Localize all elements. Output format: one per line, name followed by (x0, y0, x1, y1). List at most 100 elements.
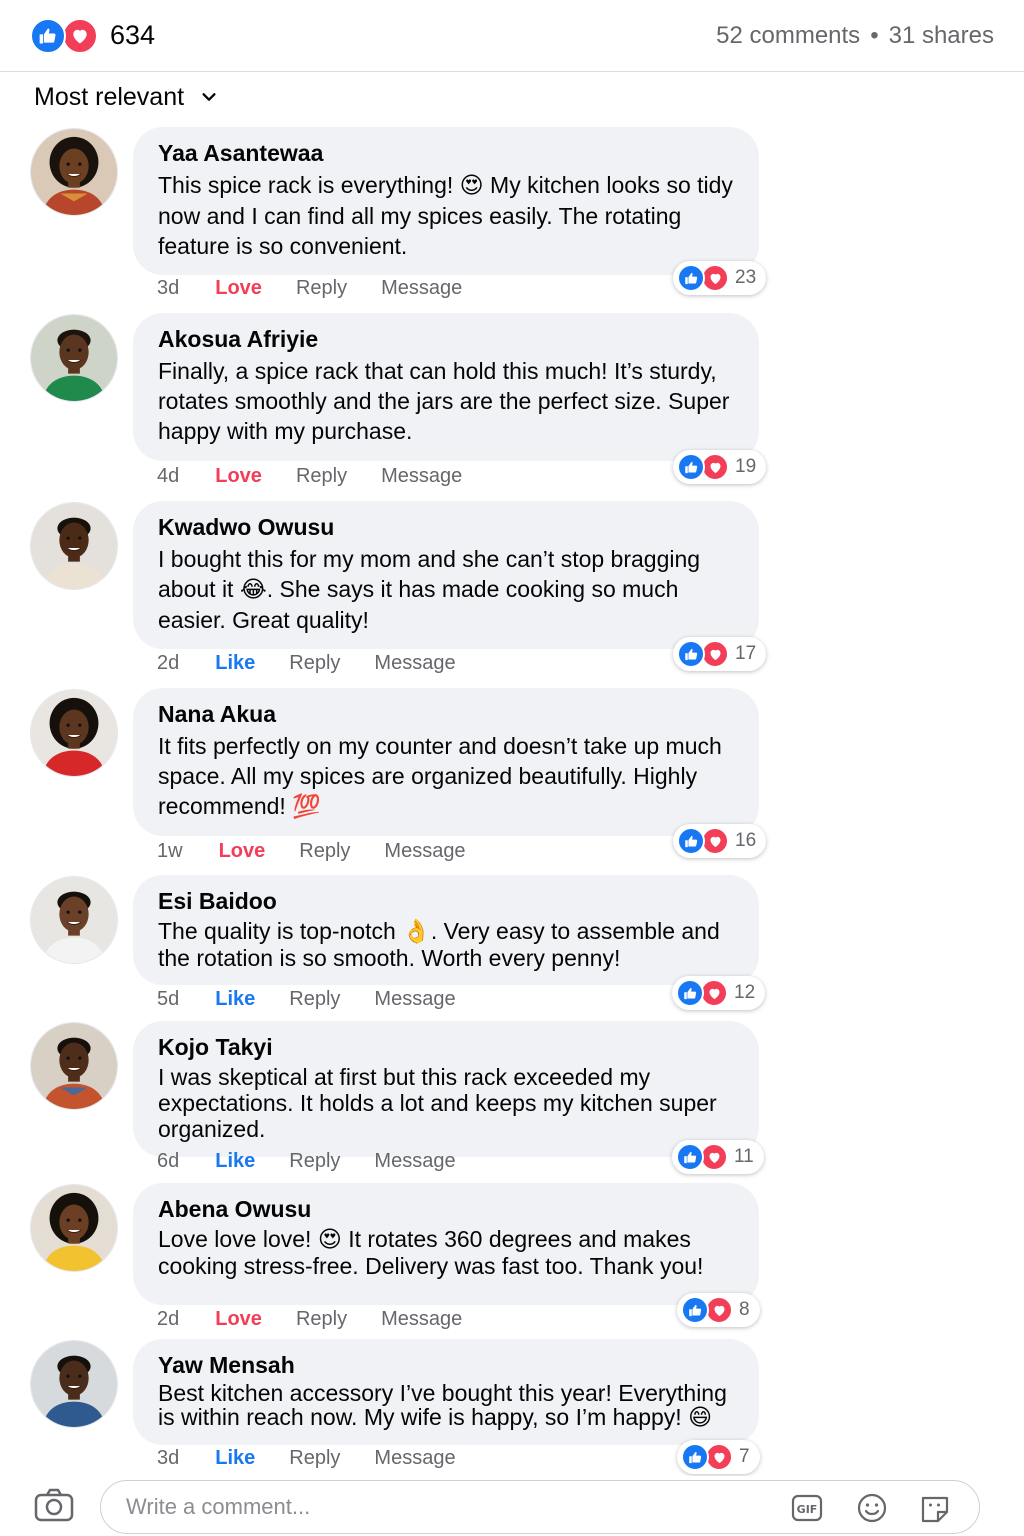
comment-author[interactable]: Akosua Afriyie (158, 325, 735, 353)
comment-author[interactable]: Kwadwo Owusu (158, 513, 735, 541)
avatar[interactable] (30, 876, 118, 964)
comment-emoji: 😄 (688, 1404, 713, 1431)
comment-text-part: This spice rack is everything! (158, 172, 460, 198)
comment-author[interactable]: Yaa Asantewaa (158, 139, 735, 167)
react-button[interactable]: Love (215, 465, 262, 488)
react-button[interactable]: Like (215, 1447, 255, 1470)
sticker-icon[interactable] (919, 1493, 951, 1523)
avatar[interactable] (30, 1022, 118, 1110)
reaction-summary[interactable]: 634 (30, 17, 155, 54)
reply-button[interactable]: Reply (299, 840, 350, 863)
like-icon (681, 1296, 709, 1324)
message-button[interactable]: Message (381, 1308, 462, 1331)
avatar[interactable] (30, 689, 118, 777)
comment-author[interactable]: Yaw Mensah (158, 1351, 735, 1379)
comment-bubble: Yaw Mensah Best kitchen accessory I’ve b… (133, 1339, 759, 1445)
comment-text: Finally, a spice rack that can hold this… (158, 356, 735, 447)
love-icon (700, 979, 728, 1007)
message-button[interactable]: Message (374, 652, 455, 675)
comment-reaction-count: 12 (734, 982, 756, 1003)
reply-button[interactable]: Reply (289, 988, 340, 1011)
emoji-icon[interactable] (856, 1493, 888, 1523)
comment-timestamp[interactable]: 5d (157, 988, 179, 1011)
separator: • (870, 21, 879, 49)
react-button[interactable]: Like (215, 988, 255, 1011)
reply-button[interactable]: Reply (296, 277, 347, 300)
comment-input-wrapper[interactable]: GIF (100, 1480, 980, 1534)
post-stats: 52 comments • 31 shares (716, 22, 994, 50)
comment-reaction-badge[interactable]: 17 (673, 637, 767, 671)
comment-text-part: Love love love! (158, 1226, 318, 1252)
comment-timestamp[interactable]: 4d (157, 465, 179, 488)
comment-actions: 2d Love Reply Message (157, 1308, 496, 1331)
comment-timestamp[interactable]: 3d (157, 1447, 179, 1470)
avatar[interactable] (30, 1184, 118, 1272)
comment-emoji: 👌 (402, 919, 431, 945)
comment-text-part: I was skeptical at first but this rack e… (158, 1064, 717, 1142)
comment-reaction-badge[interactable]: 23 (673, 261, 767, 295)
reaction-count[interactable]: 634 (110, 20, 155, 51)
comment-text: Love love love! 😍 It rotates 360 degrees… (158, 1226, 735, 1279)
comment-actions: 1w Love Reply Message (157, 840, 500, 863)
comment-input[interactable] (126, 1494, 726, 1520)
comment-reaction-badge[interactable]: 11 (672, 1140, 764, 1174)
comment-text: The quality is top-notch 👌. Very easy to… (158, 918, 735, 971)
comment-author[interactable]: Esi Baidoo (158, 887, 735, 915)
comments-count[interactable]: 52 comments (716, 22, 860, 50)
message-button[interactable]: Message (384, 840, 465, 863)
react-button[interactable]: Like (215, 652, 255, 675)
comment-reaction-badge[interactable]: 19 (673, 450, 767, 484)
comment-author[interactable]: Nana Akua (158, 700, 735, 728)
camera-icon[interactable] (34, 1488, 74, 1522)
react-button[interactable]: Love (215, 1308, 262, 1331)
reply-button[interactable]: Reply (296, 465, 347, 488)
sort-dropdown[interactable]: Most relevant (34, 80, 218, 114)
comment-text-part: Best kitchen accessory I’ve bought this … (158, 1380, 727, 1430)
like-icon (30, 17, 66, 54)
comment-bubble: Abena Owusu Love love love! 😍 It rotates… (133, 1183, 759, 1305)
react-button[interactable]: Like (215, 1150, 255, 1173)
avatar[interactable] (30, 314, 118, 402)
comment-timestamp[interactable]: 2d (157, 1308, 179, 1331)
comment-composer: GIF (0, 1476, 1024, 1536)
avatar[interactable] (30, 502, 118, 590)
avatar[interactable] (30, 1340, 118, 1428)
comment-reaction-badge[interactable]: 16 (673, 824, 767, 858)
comment-author[interactable]: Kojo Takyi (158, 1033, 735, 1061)
comment-reaction-badge[interactable]: 12 (672, 976, 766, 1010)
comment-bubble: Nana Akua It fits perfectly on my counte… (133, 688, 759, 836)
react-button[interactable]: Love (219, 840, 266, 863)
like-icon (677, 453, 705, 481)
comment-emoji: 😍 (317, 1227, 342, 1253)
reply-button[interactable]: Reply (289, 1150, 340, 1173)
avatar[interactable] (30, 128, 118, 216)
message-button[interactable]: Message (381, 277, 462, 300)
comment-reaction-badge[interactable]: 8 (677, 1293, 760, 1327)
reply-button[interactable]: Reply (289, 1447, 340, 1470)
message-button[interactable]: Message (374, 1447, 455, 1470)
comment-reaction-badge[interactable]: 7 (677, 1440, 760, 1474)
message-button[interactable]: Message (374, 988, 455, 1011)
reply-button[interactable]: Reply (296, 1308, 347, 1331)
comment-bubble: Yaa Asantewaa This spice rack is everyth… (133, 127, 759, 275)
reply-button[interactable]: Reply (289, 652, 340, 675)
shares-count[interactable]: 31 shares (889, 22, 994, 50)
react-button[interactable]: Love (215, 277, 262, 300)
comment-text-part: The quality is top-notch (158, 918, 403, 944)
comment-author[interactable]: Abena Owusu (158, 1195, 735, 1223)
post-stats-bar: 634 52 comments • 31 shares (0, 0, 1024, 72)
reaction-icons (30, 17, 100, 54)
like-icon (681, 1443, 709, 1471)
comment-timestamp[interactable]: 1w (157, 840, 183, 863)
comment-reaction-count: 8 (739, 1299, 750, 1320)
message-button[interactable]: Message (381, 465, 462, 488)
comment-actions: 3d Love Reply Message (157, 277, 496, 300)
comment-timestamp[interactable]: 6d (157, 1150, 179, 1173)
message-button[interactable]: Message (374, 1150, 455, 1173)
comment-timestamp[interactable]: 2d (157, 652, 179, 675)
comment-timestamp[interactable]: 3d (157, 277, 179, 300)
love-icon (701, 827, 729, 855)
comment-bubble: Kwadwo Owusu I bought this for my mom an… (133, 501, 759, 649)
sort-label: Most relevant (34, 82, 185, 111)
gif-icon[interactable]: GIF (791, 1493, 823, 1523)
